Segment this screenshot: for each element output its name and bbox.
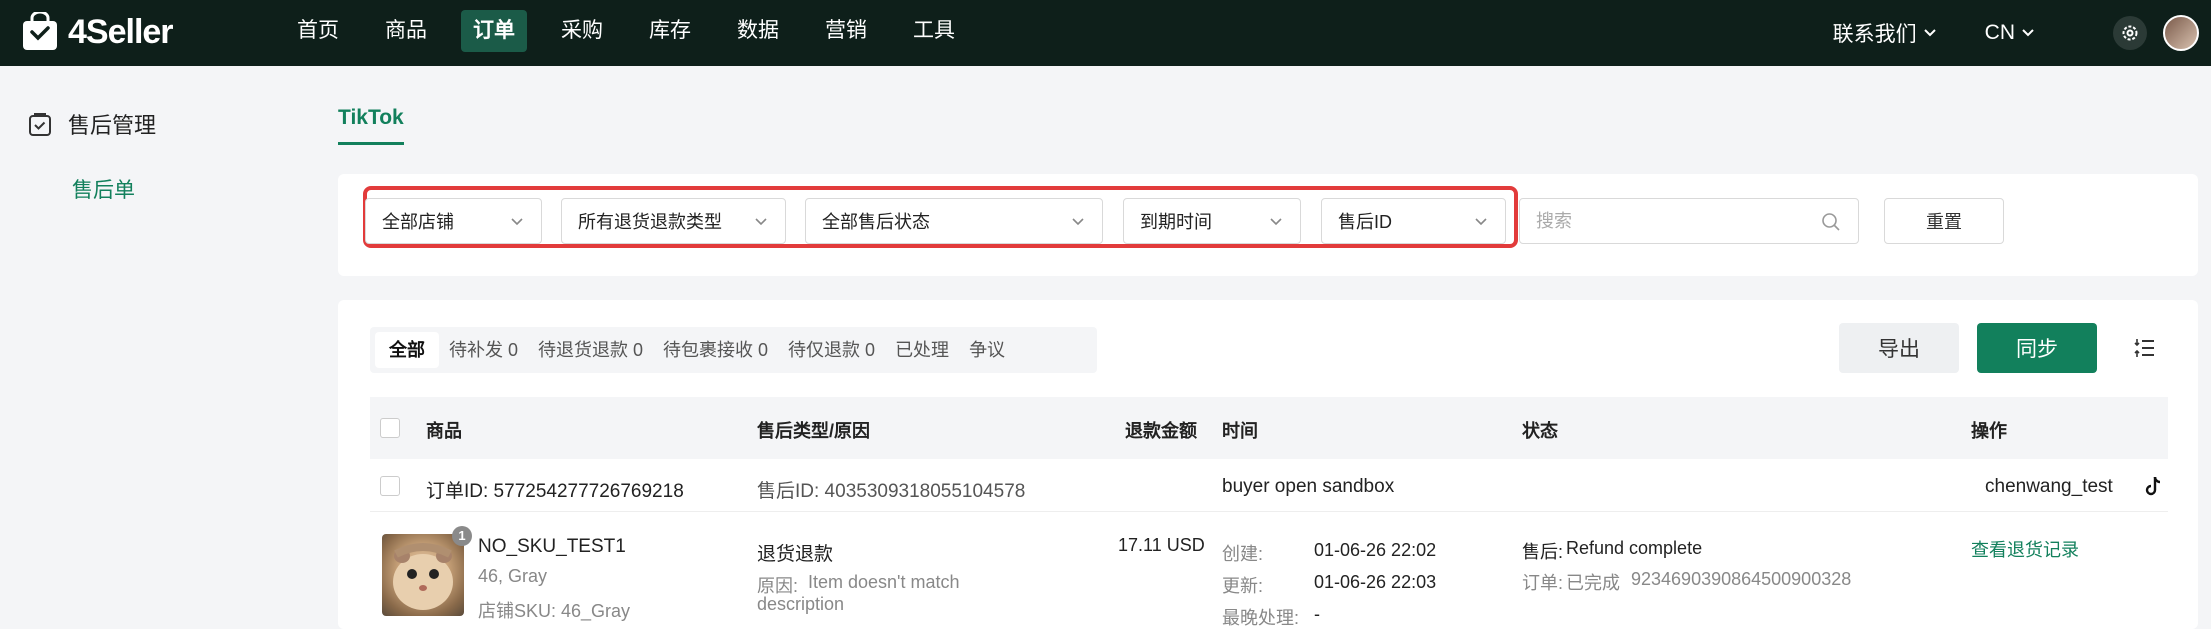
tiktok-icon bbox=[2145, 476, 2161, 496]
header-time: 时间 bbox=[1222, 421, 1258, 441]
time-type-select[interactable]: 到期时间 bbox=[1123, 198, 1301, 244]
status-tab-pending-reship[interactable]: 待补发 0 bbox=[439, 332, 528, 368]
aftersale-status-label: 售后: bbox=[1522, 542, 1564, 562]
table-row: 1 NO_SKU_TEST1 46, Gray 店铺SKU: 46_Gray 退… bbox=[370, 512, 2168, 629]
order-note: buyer open sandbox bbox=[1222, 476, 1395, 497]
updated-label: 更新: bbox=[1222, 576, 1264, 596]
id-type-select[interactable]: 售后ID bbox=[1321, 198, 1506, 244]
chevron-down-icon bbox=[1923, 29, 1936, 37]
nav-purchase[interactable]: 采购 bbox=[549, 10, 615, 52]
bag-check-icon bbox=[29, 113, 51, 136]
header-action: 操作 bbox=[1971, 421, 2007, 441]
aftersale-status-select-value: 全部售后状态 bbox=[822, 212, 930, 232]
nav-marketing[interactable]: 营销 bbox=[813, 10, 879, 52]
sidebar: 售后管理 售后单 bbox=[0, 66, 320, 629]
nav-inventory[interactable]: 库存 bbox=[637, 10, 703, 52]
status-tab-all[interactable]: 全部 bbox=[375, 332, 439, 368]
status-tabs: 全部 待补发 0 待退货退款 0 待包裹接收 0 待仅退款 0 已处理 争议 bbox=[370, 327, 1097, 373]
brand-logo[interactable]: 4Seller bbox=[20, 12, 174, 52]
language-switch[interactable]: CN bbox=[1985, 21, 2035, 45]
status-tab-pending-package-receipt[interactable]: 待包裹接收 0 bbox=[653, 332, 778, 368]
chevron-down-icon bbox=[2022, 29, 2034, 37]
chevron-down-icon bbox=[755, 218, 767, 226]
table-header: 商品 售后类型/原因 退款金额 时间 状态 操作 bbox=[370, 397, 2168, 459]
nav-tools[interactable]: 工具 bbox=[901, 10, 967, 52]
settings-button[interactable] bbox=[2113, 16, 2147, 50]
refund-type-select-value: 所有退货退款类型 bbox=[578, 212, 722, 232]
view-return-record-link[interactable]: 查看退货记录 bbox=[1971, 536, 2079, 562]
nav-data[interactable]: 数据 bbox=[725, 10, 791, 52]
main-menu: 首页 商品 订单 采购 库存 数据 营销 工具 bbox=[285, 10, 989, 52]
hamster-image bbox=[393, 543, 453, 610]
language-label: CN bbox=[1984, 21, 2015, 44]
nav-orders[interactable]: 订单 bbox=[461, 10, 527, 52]
shopping-bag-icon bbox=[23, 12, 57, 50]
gear-icon bbox=[2122, 25, 2138, 41]
order-row: 订单ID: 577254277726769218 售后ID: 403530931… bbox=[370, 459, 2168, 512]
created-label: 创建: bbox=[1222, 544, 1264, 564]
product-variant: 46, Gray bbox=[478, 566, 548, 586]
nav-home[interactable]: 首页 bbox=[285, 10, 351, 52]
store-select[interactable]: 全部店铺 bbox=[365, 198, 542, 244]
status-tab-dispute[interactable]: 争议 bbox=[959, 332, 1015, 368]
chevron-down-icon bbox=[1475, 218, 1487, 226]
aftersale-status-select[interactable]: 全部售后状态 bbox=[805, 198, 1103, 244]
search-input[interactable] bbox=[1536, 210, 1816, 232]
chevron-down-icon bbox=[1270, 218, 1282, 226]
created-time: 01-06-26 22:02 bbox=[1314, 540, 1437, 560]
chevron-down-icon bbox=[511, 218, 523, 226]
row-checkbox[interactable] bbox=[380, 476, 400, 496]
nav-products[interactable]: 商品 bbox=[373, 10, 439, 52]
sidebar-section-aftersale[interactable]: 售后管理 bbox=[28, 108, 156, 140]
refund-type-select[interactable]: 所有退货退款类型 bbox=[561, 198, 786, 244]
sidebar-section-label: 售后管理 bbox=[68, 113, 157, 138]
header-product: 商品 bbox=[426, 421, 462, 441]
select-all-checkbox[interactable] bbox=[380, 418, 400, 438]
order-id: 订单ID: 577254277726769218 bbox=[426, 481, 684, 502]
contact-us-label: 联系我们 bbox=[1832, 23, 1917, 46]
contact-us-menu[interactable]: 联系我们 bbox=[1833, 18, 1937, 48]
id-type-select-value: 售后ID bbox=[1338, 212, 1392, 232]
order-status-label: 订单: bbox=[1522, 573, 1564, 593]
order-status-value: 已完成 bbox=[1566, 573, 1620, 593]
search-icon[interactable] bbox=[1820, 211, 1842, 233]
chevron-down-icon bbox=[1072, 218, 1084, 226]
reset-button[interactable]: 重置 bbox=[1884, 198, 2004, 244]
header-status: 状态 bbox=[1522, 421, 1558, 441]
product-name[interactable]: NO_SKU_TEST1 bbox=[478, 536, 626, 558]
refund-amount: 17.11 USD bbox=[1118, 535, 1205, 555]
search-field bbox=[1519, 198, 1859, 244]
aftersale-type: 退货退款 bbox=[757, 544, 834, 565]
top-nav: 4Seller 首页 商品 订单 采购 库存 数据 营销 工具 联系我们 CN bbox=[0, 0, 2211, 66]
tab-tiktok[interactable]: TikTok bbox=[338, 106, 404, 145]
deadline-value: - bbox=[1314, 604, 1320, 624]
status-tab-pending-return-refund[interactable]: 待退货退款 0 bbox=[528, 332, 653, 368]
status-tab-pending-refund-only[interactable]: 待仅退款 0 bbox=[778, 332, 885, 368]
reason-text: Item doesn't match bbox=[808, 572, 960, 592]
store-select-value: 全部店铺 bbox=[382, 212, 454, 232]
aftersale-status-value: Refund complete bbox=[1566, 538, 1703, 558]
tracking-number: 9234690390864500900328 bbox=[1631, 569, 1852, 589]
header-refund-amount: 退款金额 bbox=[1125, 421, 1197, 441]
aftersale-id: 售后ID: 4035309318055104578 bbox=[757, 481, 1026, 502]
product-thumbnail[interactable] bbox=[382, 534, 464, 616]
user-avatar[interactable] bbox=[2163, 15, 2199, 51]
deadline-label: 最晚处理: bbox=[1222, 608, 1300, 628]
sidebar-item-aftersale-orders[interactable]: 售后单 bbox=[72, 174, 135, 204]
reason-text-cont: description bbox=[757, 594, 845, 614]
export-button[interactable]: 导出 bbox=[1839, 323, 1959, 373]
shop-name: chenwang_test bbox=[1985, 476, 2113, 497]
store-sku: 店铺SKU: 46_Gray bbox=[478, 601, 631, 621]
sync-button[interactable]: 同步 bbox=[1977, 323, 2097, 373]
updated-time: 01-06-26 22:03 bbox=[1314, 572, 1437, 592]
status-tab-processed[interactable]: 已处理 bbox=[885, 332, 959, 368]
header-type-reason: 售后类型/原因 bbox=[757, 421, 871, 441]
time-type-select-value: 到期时间 bbox=[1140, 212, 1212, 232]
quantity-badge: 1 bbox=[452, 526, 472, 546]
column-settings-icon[interactable] bbox=[2133, 336, 2157, 360]
brand-name: 4Seller bbox=[68, 12, 174, 51]
